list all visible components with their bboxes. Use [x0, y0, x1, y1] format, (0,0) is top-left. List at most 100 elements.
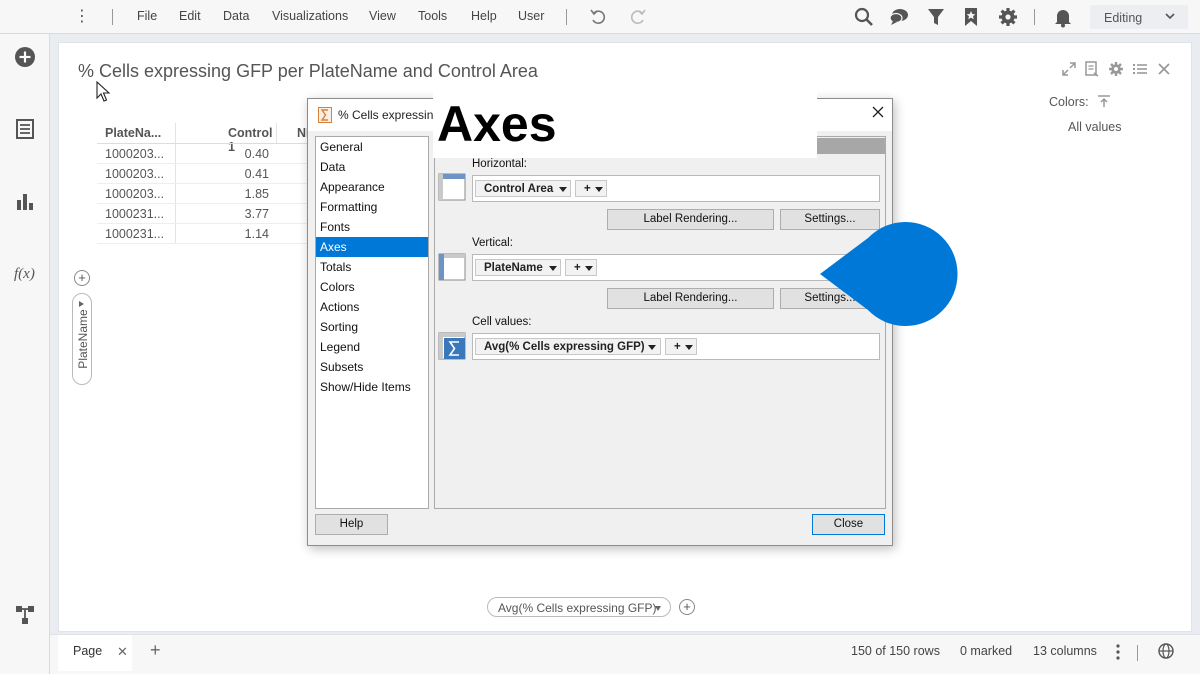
nav-item-colors[interactable]: Colors: [316, 277, 428, 297]
horizontal-column-chip[interactable]: Control Area: [475, 180, 571, 197]
row-axis-label: PlateName: [76, 309, 90, 369]
row-label: 1000203...: [105, 187, 165, 201]
data-flow-icon[interactable]: [14, 604, 36, 626]
vertical-axis-icon: [438, 253, 466, 281]
nav-item-axes[interactable]: Axes: [316, 237, 428, 257]
nav-item-totals[interactable]: Totals: [316, 257, 428, 277]
more-menu-icon[interactable]: ⋮: [74, 8, 90, 26]
menu-separator: [1034, 9, 1035, 25]
menu-tools[interactable]: Tools: [418, 9, 447, 23]
help-button[interactable]: Help: [315, 514, 388, 535]
legend-list-icon[interactable]: [1132, 61, 1148, 77]
dialog-title: % Cells expressing: [338, 108, 441, 122]
cell-values-box[interactable]: Avg(% Cells expressing GFP) +: [472, 333, 880, 360]
nav-item-actions[interactable]: Actions: [316, 297, 428, 317]
data-table-icon[interactable]: [14, 118, 36, 140]
nav-item-general[interactable]: General: [316, 137, 428, 157]
row-label: 1000231...: [105, 207, 165, 221]
gear-icon[interactable]: [997, 6, 1019, 28]
color-axis-selector-icon[interactable]: [1097, 94, 1111, 108]
horizontal-axis-box[interactable]: Control Area +: [472, 175, 880, 202]
chevron-down-icon[interactable]: [559, 187, 567, 192]
nav-item-formatting[interactable]: Formatting: [316, 197, 428, 217]
chevron-down-icon[interactable]: [549, 266, 557, 271]
tutorial-caption: Axes: [433, 88, 817, 158]
undo-icon[interactable]: [588, 7, 608, 27]
row-label: 1000203...: [105, 167, 165, 181]
bar-chart-icon[interactable]: [14, 190, 36, 212]
more-options-icon[interactable]: [1110, 643, 1126, 661]
row-label: 1000203...: [105, 147, 165, 161]
chevron-down-icon[interactable]: [585, 266, 593, 271]
close-page-icon[interactable]: ✕: [117, 644, 128, 660]
nav-item-appearance[interactable]: Appearance: [316, 177, 428, 197]
nav-item-legend[interactable]: Legend: [316, 337, 428, 357]
horizontal-axis-label: Horizontal:: [472, 158, 527, 170]
cell-values-add-chip[interactable]: +: [665, 338, 697, 355]
page-tab[interactable]: Page ✕: [58, 635, 132, 671]
horizontal-add-chip[interactable]: +: [575, 180, 607, 197]
chevron-down-icon[interactable]: [648, 345, 656, 350]
column-header-platename[interactable]: PlateNa...: [105, 123, 161, 143]
mouse-cursor-icon: [96, 81, 110, 102]
column-header-control-1[interactable]: Control 1: [228, 123, 272, 154]
menu-visualizations[interactable]: Visualizations: [272, 9, 348, 23]
add-row-axis-button[interactable]: +: [74, 270, 90, 286]
cell-values-column-chip[interactable]: Avg(% Cells expressing GFP): [475, 338, 661, 355]
function-icon[interactable]: f(x): [14, 262, 36, 284]
add-page-button[interactable]: +: [150, 640, 161, 661]
visualization-settings-icon[interactable]: [1108, 61, 1124, 77]
close-icon[interactable]: [870, 104, 886, 120]
mode-select[interactable]: Editing: [1090, 5, 1188, 29]
properties-dialog: % Cells expressing General Data Appearan…: [307, 98, 893, 546]
nav-item-data[interactable]: Data: [316, 157, 428, 177]
colors-value[interactable]: All values: [1068, 120, 1122, 134]
vertical-column-label: PlateName: [484, 262, 543, 274]
plus-label: +: [674, 341, 681, 353]
plus-label: +: [574, 262, 581, 274]
row-label: 1000231...: [105, 227, 165, 241]
chevron-down-icon[interactable]: [595, 187, 603, 192]
vertical-axis-label: Vertical:: [472, 237, 513, 249]
add-value-axis-button[interactable]: +: [679, 599, 695, 615]
vertical-add-chip[interactable]: +: [565, 259, 597, 276]
cell-value: 3.77: [244, 207, 269, 221]
cell-value: 0.40: [244, 147, 269, 161]
vertical-label-rendering-button[interactable]: Label Rendering...: [607, 288, 774, 309]
add-icon[interactable]: [14, 46, 36, 68]
cell-value: 0.41: [244, 167, 269, 181]
maximize-icon[interactable]: [1061, 61, 1077, 77]
comment-icon[interactable]: [888, 6, 910, 28]
bell-icon[interactable]: [1052, 6, 1074, 28]
nav-item-subsets[interactable]: Subsets: [316, 357, 428, 377]
vertical-column-chip[interactable]: PlateName: [475, 259, 561, 276]
chevron-down-icon: [1165, 13, 1175, 20]
horizontal-label-rendering-button[interactable]: Label Rendering...: [607, 209, 774, 230]
details-icon[interactable]: [1084, 61, 1100, 77]
search-icon[interactable]: [853, 6, 875, 28]
visualization-title[interactable]: % Cells expressing GFP per PlateName and…: [78, 61, 538, 82]
menu-help[interactable]: Help: [471, 9, 497, 23]
value-axis-selector[interactable]: Avg(% Cells expressing GFP): [487, 597, 671, 617]
dialog-nav-list: General Data Appearance Formatting Fonts…: [315, 136, 429, 509]
nav-item-fonts[interactable]: Fonts: [316, 217, 428, 237]
menu-data[interactable]: Data: [223, 9, 249, 23]
globe-icon[interactable]: [1157, 642, 1175, 660]
menu-view[interactable]: View: [369, 9, 396, 23]
value-axis-label: Avg(% Cells expressing GFP): [498, 601, 657, 615]
filter-icon[interactable]: [925, 6, 947, 28]
bookmark-icon[interactable]: [960, 6, 982, 28]
cell-values-label: Cell values:: [472, 316, 532, 328]
redo-icon[interactable]: [628, 7, 648, 27]
close-icon[interactable]: [1156, 61, 1172, 77]
nav-item-show-hide-items[interactable]: Show/Hide Items: [316, 377, 428, 397]
close-button[interactable]: Close: [812, 514, 885, 535]
left-sidebar: f(x): [0, 34, 50, 674]
row-axis-selector[interactable]: PlateName: [72, 293, 92, 385]
menu-edit[interactable]: Edit: [179, 9, 201, 23]
menu-file[interactable]: File: [137, 9, 157, 23]
chevron-down-icon[interactable]: [685, 345, 693, 350]
menu-user[interactable]: User: [518, 9, 544, 23]
nav-item-sorting[interactable]: Sorting: [316, 317, 428, 337]
colors-label: Colors:: [1049, 95, 1089, 109]
